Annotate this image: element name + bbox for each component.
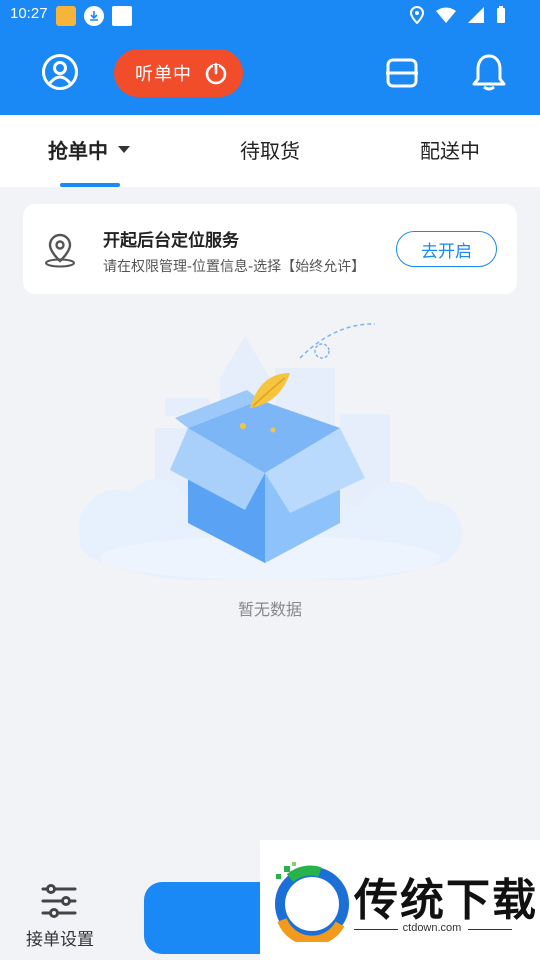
notification-app-icon-2 xyxy=(112,6,132,26)
profile-button[interactable] xyxy=(40,52,80,92)
scan-button[interactable] xyxy=(384,56,420,90)
enable-location-button[interactable]: 去开启 xyxy=(396,231,497,267)
battery-icon xyxy=(497,6,505,23)
status-indicators xyxy=(410,6,506,24)
dropdown-caret-icon xyxy=(118,146,130,153)
tab-label: 抢单中 xyxy=(48,139,108,163)
empty-box-illustration xyxy=(79,323,462,580)
sliders-icon xyxy=(41,884,77,918)
active-tab-indicator xyxy=(60,183,120,187)
app-header: 10:27 听单中 xyxy=(0,0,540,115)
download-notification-icon xyxy=(84,6,104,26)
listen-label: 听单中 xyxy=(135,64,192,85)
order-tabs: 抢单中 待取货 配送中 xyxy=(0,115,540,187)
order-settings-button[interactable]: 接单设置 xyxy=(20,880,100,950)
settings-label: 接单设置 xyxy=(26,930,94,950)
signal-icon xyxy=(468,7,484,23)
power-icon xyxy=(205,62,227,85)
location-card-title: 开起后台定位服务 xyxy=(103,231,239,251)
user-icon xyxy=(42,54,78,90)
status-time: 10:27 xyxy=(10,5,48,22)
wifi-icon xyxy=(436,7,456,23)
tab-label: 配送中 xyxy=(420,139,480,163)
notification-app-icon xyxy=(56,6,76,26)
watermark-rule-right xyxy=(468,929,512,930)
watermark: 传统下载 ctdown.com xyxy=(260,840,540,960)
tab-grab-orders[interactable]: 抢单中 xyxy=(48,135,130,164)
status-bar: 10:27 xyxy=(0,0,540,30)
listen-toggle-button[interactable]: 听单中 xyxy=(114,49,243,97)
notifications-button[interactable] xyxy=(470,52,508,92)
location-permission-card: 开起后台定位服务 请在权限管理-位置信息-选择【始终允许】 去开启 xyxy=(23,204,517,294)
tab-pending-pickup[interactable]: 待取货 xyxy=(240,135,300,164)
location-pin-icon xyxy=(45,233,75,268)
location-status-icon xyxy=(410,6,424,24)
tab-label: 待取货 xyxy=(240,139,300,163)
tab-delivering[interactable]: 配送中 xyxy=(420,135,480,164)
watermark-domain: ctdown.com xyxy=(402,922,462,934)
empty-state-text: 暂无数据 xyxy=(237,600,302,619)
bell-icon xyxy=(472,54,506,91)
location-card-subtitle: 请在权限管理-位置信息-选择【始终允许】 xyxy=(103,259,366,275)
watermark-logo xyxy=(275,862,349,942)
scan-icon xyxy=(386,58,418,88)
watermark-title: 传统下载 xyxy=(354,875,538,926)
